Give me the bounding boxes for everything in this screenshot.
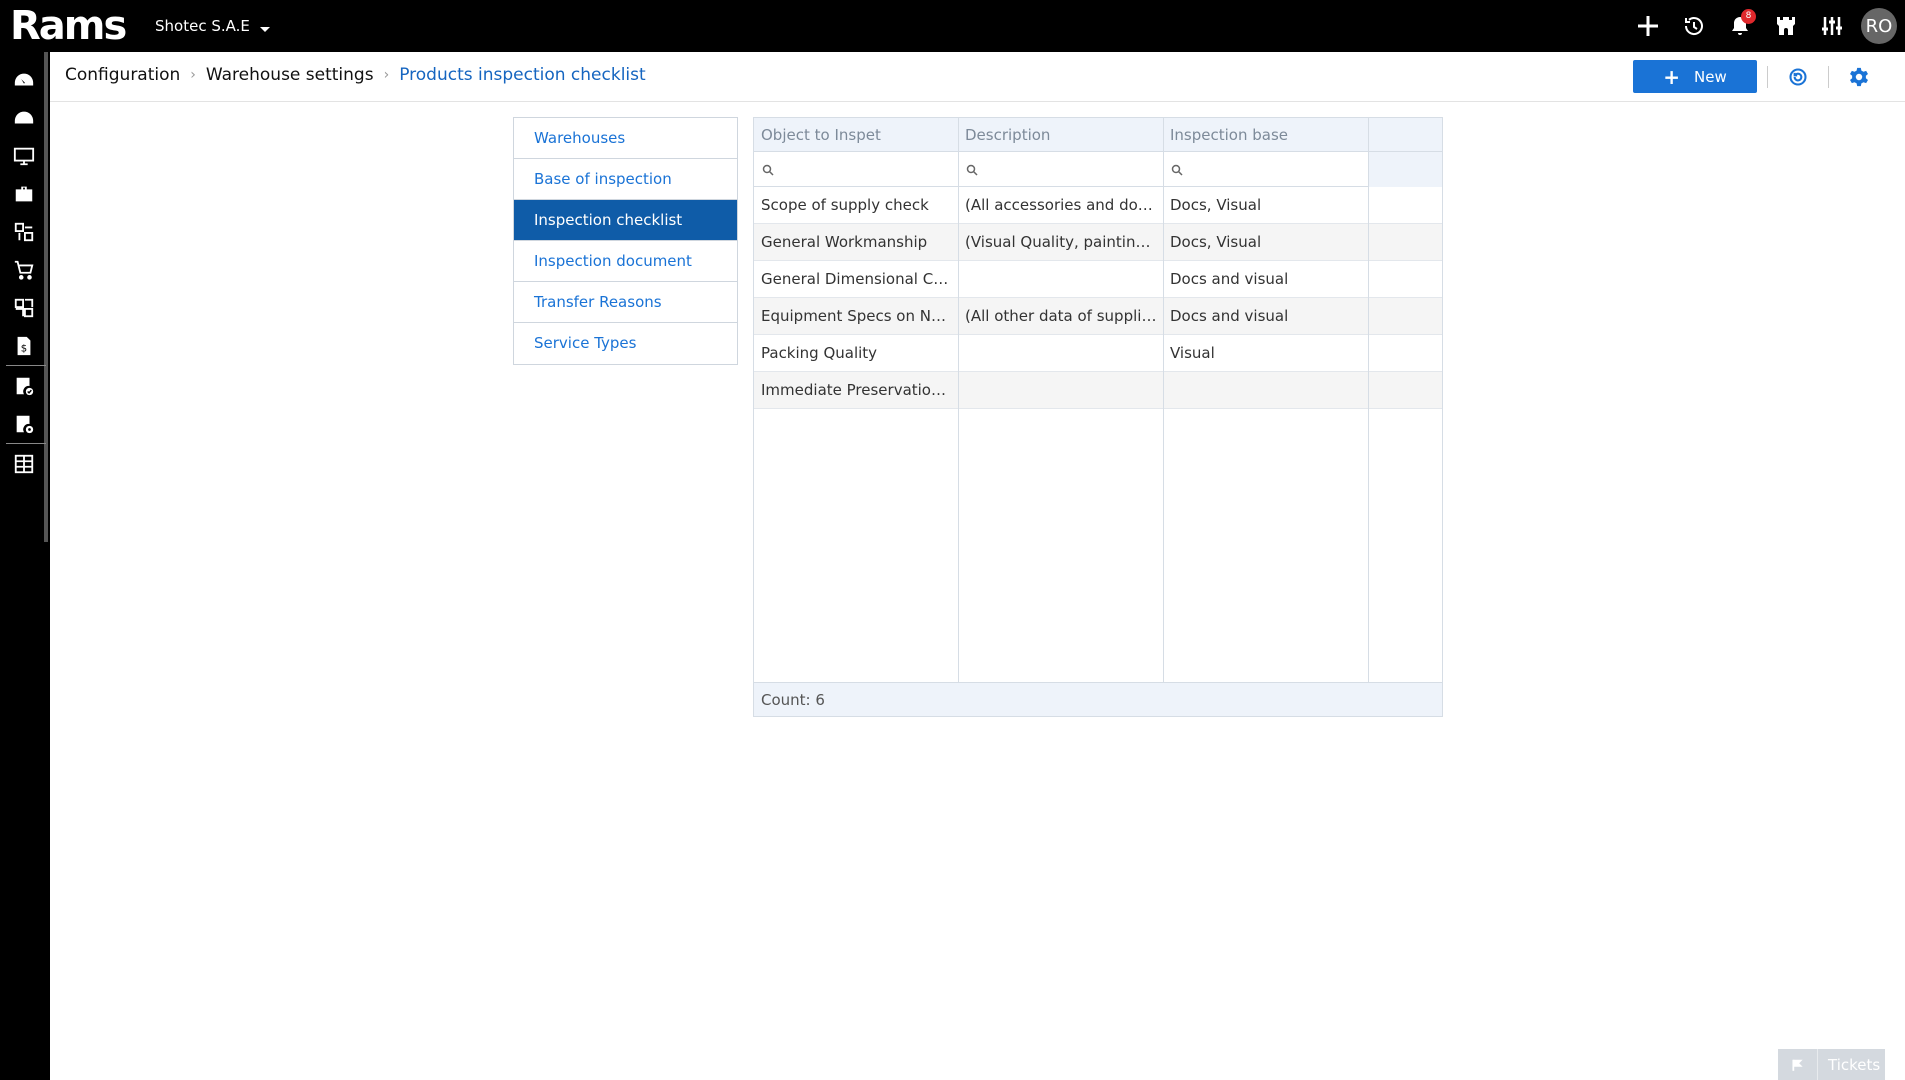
report-settings-icon[interactable] <box>12 412 36 436</box>
stock-modules-icon[interactable] <box>12 296 36 320</box>
new-button-label: New <box>1694 67 1727 86</box>
cell-inspection-base: Visual <box>1170 344 1215 362</box>
cell-description <box>958 261 1163 297</box>
cell-inspection-base: Docs and visual <box>1170 307 1289 325</box>
history-icon[interactable] <box>1671 0 1717 52</box>
search-icon <box>1171 164 1183 176</box>
company-name: Shotec S.A.E <box>155 17 250 35</box>
briefcase-icon[interactable] <box>12 182 36 206</box>
cell-description: (All other data of supplier on name plat… <box>965 307 1163 325</box>
column-header-description[interactable]: Description <box>958 118 1163 152</box>
table-row[interactable]: General Workmanship (Visual Quality, pai… <box>754 224 1442 261</box>
shopping-cart-icon[interactable] <box>12 258 36 282</box>
new-button[interactable]: + New <box>1633 60 1757 93</box>
sidebar-scrollbar[interactable] <box>44 52 48 542</box>
header-divider <box>1828 66 1829 88</box>
cell-object: Scope of supply check <box>761 196 929 214</box>
table-row[interactable]: Immediate Preservation Actions <box>754 372 1442 409</box>
notification-badge: 8 <box>1741 9 1756 24</box>
menu-item-service-types[interactable]: Service Types <box>514 323 737 364</box>
cell-object: Immediate Preservation Actions <box>761 381 958 399</box>
breadcrumb-configuration[interactable]: Configuration <box>65 65 180 85</box>
cell-object: Equipment Specs on Name Plate <box>761 307 958 325</box>
cell-inspection-base <box>1163 372 1368 408</box>
header-divider <box>1767 66 1768 88</box>
page-header: Configuration › Warehouse settings › Pro… <box>50 52 1905 102</box>
settings-sliders-icon[interactable] <box>1809 0 1855 52</box>
menu-item-base-of-inspection[interactable]: Base of inspection <box>514 159 737 200</box>
search-icon <box>966 164 978 176</box>
cell-description <box>958 372 1163 408</box>
column-divider <box>958 118 959 683</box>
cell-description: (All accessories and documents) <box>965 196 1163 214</box>
user-avatar[interactable]: RO <box>1861 8 1897 44</box>
monitor-icon[interactable] <box>12 144 36 168</box>
add-icon[interactable] <box>1625 0 1671 52</box>
table-row[interactable]: General Dimensional Check Docs and visua… <box>754 261 1442 298</box>
sidebar-divider <box>6 365 46 366</box>
cell-description <box>958 335 1163 371</box>
filter-description[interactable] <box>958 152 1163 187</box>
chevron-right-icon: › <box>383 67 390 83</box>
tickets-label: Tickets <box>1828 1055 1881 1074</box>
chevron-right-icon: › <box>190 67 196 83</box>
table-row[interactable]: Equipment Specs on Name Plate (All other… <box>754 298 1442 335</box>
sidebar: $ <box>0 52 50 1080</box>
cell-object: Packing Quality <box>761 344 878 362</box>
filter-object[interactable] <box>754 152 958 187</box>
flag-icon <box>1778 1049 1818 1080</box>
tickets-button[interactable]: Tickets <box>1778 1049 1885 1080</box>
menu-item-inspection-checklist[interactable]: Inspection checklist <box>514 200 737 241</box>
warehouse-castle-icon[interactable] <box>1763 0 1809 52</box>
plus-icon: + <box>1663 64 1681 89</box>
column-header-inspection-base[interactable]: Inspection base <box>1163 118 1368 152</box>
page-title: Products inspection checklist <box>399 65 646 85</box>
chevron-down-icon <box>259 26 270 32</box>
cell-description: (Visual Quality, painting, free of damag… <box>965 233 1163 251</box>
grid-layout-icon[interactable] <box>12 452 36 476</box>
modules-icon[interactable] <box>12 220 36 244</box>
top-bar: Rams Shotec S.A.E 8 RO <box>0 0 1905 52</box>
app-logo[interactable]: Rams <box>10 3 127 49</box>
finance-document-icon[interactable]: $ <box>12 334 36 358</box>
sidebar-divider <box>6 443 46 444</box>
table-row[interactable]: Scope of supply check (All accessories a… <box>754 187 1442 224</box>
checklist-grid: Object to Inspet Description Inspection … <box>753 117 1443 717</box>
logo-text: Rams <box>10 3 127 49</box>
menu-item-transfer-reasons[interactable]: Transfer Reasons <box>514 282 737 323</box>
breadcrumb-warehouse-settings[interactable]: Warehouse settings <box>206 65 374 85</box>
company-selector[interactable]: Shotec S.A.E <box>155 17 270 35</box>
cell-inspection-base: Docs, Visual <box>1170 196 1262 214</box>
approved-document-icon[interactable] <box>12 374 36 398</box>
menu-item-warehouses[interactable]: Warehouses <box>514 118 737 159</box>
cell-inspection-base: Docs and visual <box>1170 270 1289 288</box>
cell-inspection-base: Docs, Visual <box>1170 233 1262 251</box>
dashboard-gauge-icon[interactable] <box>12 68 36 92</box>
column-divider <box>1163 118 1164 683</box>
breadcrumb: Configuration › Warehouse settings › Pro… <box>65 65 646 85</box>
column-divider <box>1368 118 1369 683</box>
filter-spacer <box>1368 152 1442 187</box>
grid-footer: Count: 6 <box>754 682 1442 716</box>
cell-object: General Dimensional Check <box>761 270 958 288</box>
row-count: Count: 6 <box>761 691 825 709</box>
menu-item-inspection-document[interactable]: Inspection document <box>514 241 737 282</box>
grid-header: Object to Inspet Description Inspection … <box>754 118 1442 152</box>
settings-menu: Warehouses Base of inspection Inspection… <box>513 117 738 365</box>
column-header-object[interactable]: Object to Inspet <box>754 118 958 152</box>
table-row[interactable]: Packing Quality Visual <box>754 335 1442 372</box>
gear-icon[interactable] <box>1846 64 1872 90</box>
svg-text:$: $ <box>21 344 27 355</box>
refresh-icon[interactable] <box>1785 64 1811 90</box>
speedometer-icon[interactable] <box>12 106 36 130</box>
grid-filter-row <box>754 152 1442 187</box>
filter-inspection-base[interactable] <box>1163 152 1368 187</box>
search-icon <box>762 164 774 176</box>
notifications-bell-icon[interactable]: 8 <box>1717 0 1763 52</box>
cell-object: General Workmanship <box>761 233 928 251</box>
